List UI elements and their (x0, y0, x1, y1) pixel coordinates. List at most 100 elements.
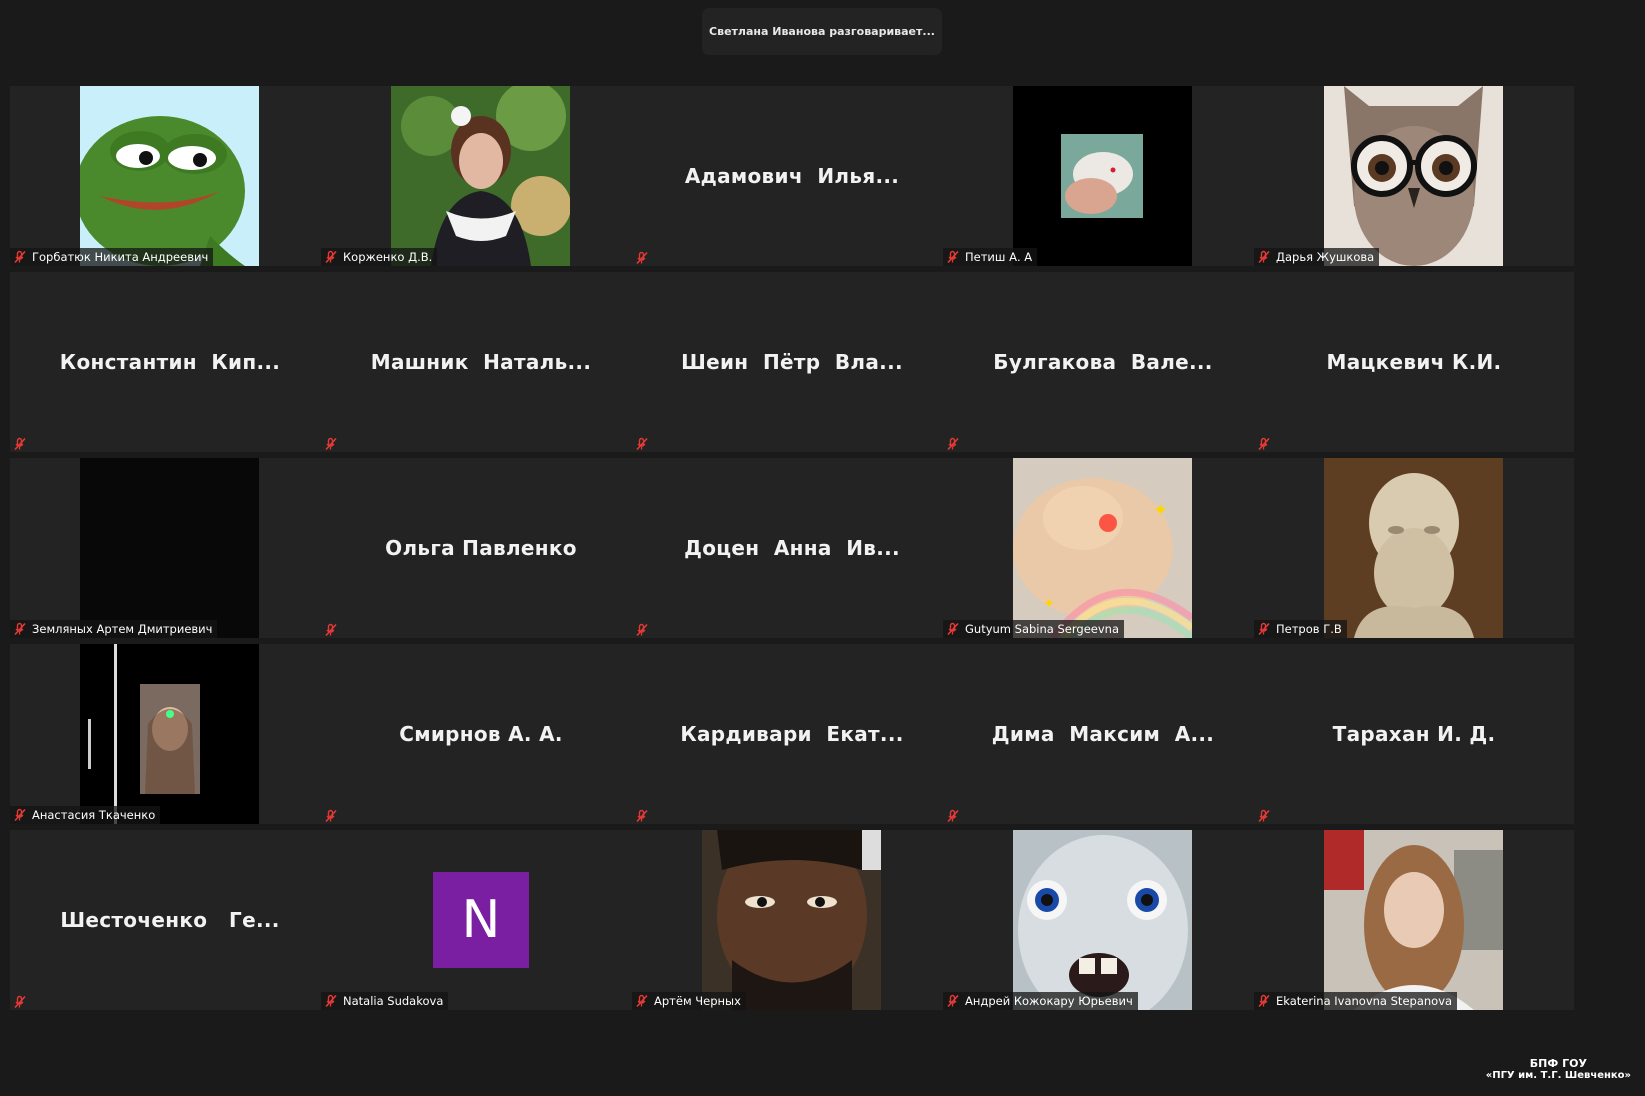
participant-tile[interactable]: N Natalia Sudakova (321, 830, 641, 1010)
participant-name-label: Анастасия Ткаченко (10, 806, 161, 824)
participant-tile[interactable]: Тарахан И. Д. (1254, 644, 1574, 824)
participant-name-label: Ekaterina Ivanovna Stepanova (1254, 992, 1458, 1010)
mic-muted-icon (324, 994, 338, 1008)
participant-name: Дарья Жушкова (1276, 250, 1375, 264)
participant-video (1324, 86, 1503, 266)
participant-name: Машник Наталь... (370, 350, 592, 374)
mic-muted-icon (635, 994, 649, 1008)
mic-muted-icon (1257, 250, 1271, 264)
participant-tile[interactable]: Петров Г.В (1254, 458, 1574, 638)
participant-name: Natalia Sudakova (343, 994, 444, 1008)
active-speaker-text: Светлана Иванова разговаривает... (709, 25, 935, 38)
participant-tile[interactable]: Ekaterina Ivanovna Stepanova (1254, 830, 1574, 1010)
active-speaker-indicator: Светлана Иванова разговаривает... (702, 8, 942, 55)
participant-name: Смирнов А. А. (399, 722, 563, 746)
participant-name: Доцен Анна Ив... (684, 536, 900, 560)
watermark: БПФ ГОУ «ПГУ им. Т.Г. Шевченко» (1486, 1058, 1631, 1082)
mic-muted-icon (324, 436, 338, 451)
participant-name-label: Дарья Жушкова (1254, 248, 1380, 266)
participant-video (391, 86, 570, 266)
svg-text:✦: ✦ (1043, 596, 1055, 612)
mic-muted-icon (324, 250, 338, 264)
participant-video (1013, 830, 1192, 1010)
participant-name: Gutyum Sabina Sergeevna (965, 622, 1119, 636)
participant-name-label: Gutyum Sabina Sergeevna (943, 620, 1124, 638)
participant-tile[interactable]: Ольга Павленко (321, 458, 641, 638)
participant-tile[interactable]: Шеин Пётр Вла... (632, 272, 952, 452)
participant-name: Адамович Илья... (684, 164, 900, 188)
mic-muted-icon (1257, 436, 1271, 451)
participant-name: Горбатюк Никита Андреевич (32, 250, 209, 264)
participant-name-label: Артём Черных (632, 992, 746, 1010)
mic-muted-icon (13, 250, 27, 264)
participant-tile[interactable]: Смирнов А. А. (321, 644, 641, 824)
mic-muted-icon (635, 622, 649, 637)
mic-muted-icon (635, 250, 649, 265)
participant-tile[interactable]: Кардивари Екат... (632, 644, 952, 824)
participant-name: Ольга Павленко (385, 536, 577, 560)
mic-muted-icon (13, 994, 27, 1009)
participant-name-label: Natalia Sudakova (321, 992, 449, 1010)
participant-video (80, 86, 259, 266)
participant-video (80, 458, 259, 638)
participant-tile[interactable]: Доцен Анна Ив... (632, 458, 952, 638)
participant-tile[interactable]: Булгакова Вале... (943, 272, 1263, 452)
participant-name: Земляных Артем Дмитриевич (32, 622, 213, 636)
mic-muted-icon (13, 808, 27, 822)
mic-muted-icon (13, 436, 27, 451)
participant-name: Кардивари Екат... (680, 722, 904, 746)
participant-name: Константин Кип... (59, 350, 281, 374)
mic-muted-icon (1257, 994, 1271, 1008)
participant-tile[interactable]: Константин Кип... (10, 272, 330, 452)
participant-tile[interactable]: Петиш А. А (943, 86, 1263, 266)
mic-muted-icon (324, 622, 338, 637)
participant-name-label: Андрей Кожокару Юрьевич (943, 992, 1138, 1010)
participant-tile[interactable]: Анастасия Ткаченко (10, 644, 330, 824)
participant-name: Корженко Д.В. (343, 250, 433, 264)
participant-tile[interactable]: ✦ ✦ Gutyum Sabina Sergeevna (943, 458, 1263, 638)
participant-tile[interactable]: Артём Черных (632, 830, 952, 1010)
participant-video (1324, 458, 1503, 638)
participant-name-label: Горбатюк Никита Андреевич (10, 248, 214, 266)
participant-tile[interactable]: Корженко Д.В. (321, 86, 641, 266)
participant-name-label: Земляных Артем Дмитриевич (10, 620, 218, 638)
participant-video (80, 644, 259, 824)
participant-name: Тарахан И. Д. (1332, 722, 1496, 746)
participant-tile[interactable]: Горбатюк Никита Андреевич (10, 86, 330, 266)
participant-tile[interactable]: Земляных Артем Дмитриевич (10, 458, 330, 638)
mic-muted-icon (946, 994, 960, 1008)
participant-video (702, 830, 881, 1010)
mic-muted-icon (946, 808, 960, 823)
svg-text:✦: ✦ (1153, 500, 1168, 521)
mic-muted-icon (1257, 808, 1271, 823)
participant-video (1324, 830, 1503, 1010)
mic-muted-icon (946, 436, 960, 451)
watermark-line-1: БПФ ГОУ (1529, 1057, 1587, 1070)
participant-video (1013, 86, 1192, 266)
participant-tile[interactable]: Шесточенко Ге... (10, 830, 330, 1010)
participant-name: Петиш А. А (965, 250, 1033, 264)
participant-name: Шесточенко Ге... (60, 908, 280, 932)
participant-tile[interactable]: Дима Максим А... (943, 644, 1263, 824)
participant-tile[interactable]: Машник Наталь... (321, 272, 641, 452)
participant-video: ✦ ✦ (1013, 458, 1192, 638)
participant-tile[interactable]: Мацкевич К.И. (1254, 272, 1574, 452)
mic-muted-icon (946, 250, 960, 264)
mic-muted-icon (1257, 622, 1271, 636)
participant-name: Шеин Пётр Вла... (681, 350, 903, 374)
participant-name: Ekaterina Ivanovna Stepanova (1276, 994, 1453, 1008)
mic-muted-icon (324, 808, 338, 823)
participant-avatar-initial: N (433, 872, 529, 968)
participant-name: Артём Черных (654, 994, 741, 1008)
participant-name: Булгакова Вале... (993, 350, 1213, 374)
mic-muted-icon (635, 436, 649, 451)
participant-name: Дима Максим А... (991, 722, 1215, 746)
participant-name-label: Корженко Д.В. (321, 248, 438, 266)
mic-muted-icon (946, 622, 960, 636)
participant-name: Петров Г.В (1276, 622, 1342, 636)
participant-tile[interactable]: Адамович Илья... (632, 86, 952, 266)
participant-name-label: Петров Г.В (1254, 620, 1347, 638)
mic-muted-icon (635, 808, 649, 823)
participant-tile[interactable]: Дарья Жушкова (1254, 86, 1574, 266)
participant-tile[interactable]: Андрей Кожокару Юрьевич (943, 830, 1263, 1010)
